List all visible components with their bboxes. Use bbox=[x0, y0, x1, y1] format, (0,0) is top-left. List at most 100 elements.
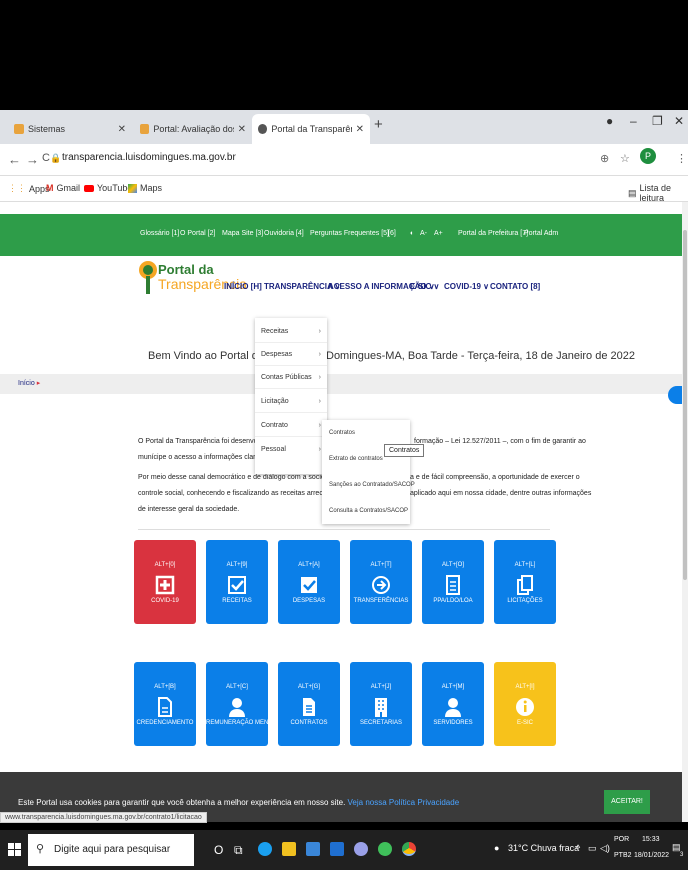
bookmark-youtube[interactable]: YouTube bbox=[84, 183, 132, 193]
zoom-icon[interactable]: ⊕ bbox=[600, 152, 609, 165]
ouvidoria-link[interactable]: Ouvidoria [4] bbox=[264, 230, 304, 237]
edge-icon[interactable] bbox=[258, 842, 272, 856]
windows-start-icon[interactable] bbox=[8, 843, 21, 856]
scrollbar-thumb[interactable] bbox=[683, 230, 687, 580]
tab-portal-transparencia[interactable]: Portal da Transparência Luis Dom ✕ bbox=[252, 114, 370, 144]
tile-esic[interactable]: ALT+[I] E-SIC bbox=[494, 662, 556, 746]
network-icon[interactable]: ▭ bbox=[588, 843, 597, 854]
new-tab-button[interactable]: + bbox=[374, 116, 383, 133]
font-increase-button[interactable]: A+ bbox=[434, 230, 443, 237]
tile-label: DESPESAS bbox=[292, 598, 326, 604]
weather-icon: ● bbox=[494, 843, 500, 853]
task-view-icon[interactable]: ⧉ bbox=[234, 843, 243, 858]
prefeitura-portal-link[interactable]: Portal da Prefeitura [7] bbox=[458, 230, 528, 237]
menu-contato[interactable]: CONTATO [8] bbox=[490, 282, 540, 291]
tile-label: SECRETARIAS bbox=[360, 720, 402, 726]
tile-credenciamento[interactable]: ALT+[B] CREDENCIAMENTO bbox=[134, 662, 196, 746]
chrome-icon[interactable] bbox=[402, 842, 416, 856]
tile-label: CONTRATOS bbox=[290, 720, 328, 726]
forward-icon[interactable]: → bbox=[26, 152, 39, 167]
tile-secretarias[interactable]: ALT+[J] SECRETARIAS bbox=[350, 662, 412, 746]
tile-licitacoes[interactable]: ALT+[L] LICITAÇÕES bbox=[494, 540, 556, 624]
url-field[interactable]: transparencia.luisdomingues.ma.gov.br bbox=[62, 152, 236, 163]
submenu-sancoes-contratado[interactable]: Sanções ao Contratado/SACOP bbox=[329, 482, 415, 488]
cortana-icon[interactable]: O bbox=[214, 843, 223, 857]
submenu-extrato-contratos[interactable]: Extrato de contratos bbox=[329, 456, 383, 462]
volume-icon[interactable]: ◁) bbox=[600, 843, 610, 854]
cookie-text: Este Portal usa cookies para garantir qu… bbox=[18, 798, 346, 807]
bookmark-gmail[interactable]: M Gmail bbox=[46, 183, 80, 193]
tile-receitas[interactable]: ALT+[9] RECEITAS bbox=[206, 540, 268, 624]
glossary-link[interactable]: Glossário [1] bbox=[140, 230, 179, 237]
bookmark-apps[interactable]: ⋮⋮ Apps bbox=[8, 183, 50, 194]
tab-avaliacao[interactable]: Portal: Avaliação dos Portais da T ✕ bbox=[134, 114, 252, 144]
file-text-icon bbox=[303, 698, 315, 716]
search-icon: ⚲ bbox=[36, 843, 45, 855]
font-decrease-button[interactable]: A- bbox=[420, 230, 427, 237]
store-icon[interactable] bbox=[306, 842, 320, 856]
site-map-link[interactable]: Mapa Site [3] bbox=[222, 230, 263, 237]
language-code[interactable]: POR bbox=[614, 836, 629, 843]
clock-date[interactable]: 18/01/2022 bbox=[634, 852, 669, 859]
file-explorer-icon[interactable] bbox=[282, 842, 296, 856]
dropdown-item-contas-publicas[interactable]: Contas Públicas › bbox=[261, 374, 321, 381]
tile-transferencias[interactable]: ALT+[T] TRANSFERÊNCIAS bbox=[350, 540, 412, 624]
faq-link[interactable]: Perguntas Frequentes [5] bbox=[310, 230, 389, 237]
tile-contratos[interactable]: ALT+[G] CONTRATOS bbox=[278, 662, 340, 746]
chevron-right-icon: › bbox=[318, 351, 321, 358]
menu-dots-icon[interactable]: ⋮ bbox=[676, 152, 687, 165]
mail-icon[interactable] bbox=[330, 842, 344, 856]
bookmark-star-icon[interactable]: ☆ bbox=[620, 152, 630, 165]
app-icon[interactable] bbox=[378, 842, 392, 856]
tooltip: Contratos bbox=[384, 444, 425, 457]
menu-inicio[interactable]: INÍCIO [H] bbox=[224, 282, 262, 291]
app-icon[interactable] bbox=[354, 842, 368, 856]
taskbar-search[interactable]: ⚲ Digite aqui para pesquisar bbox=[28, 834, 194, 866]
menu-esic[interactable]: E-SIC ∨ bbox=[410, 282, 439, 291]
tile-covid[interactable]: ALT+[0] COVID-19 bbox=[134, 540, 196, 624]
tile-ppa-ldo-loa[interactable]: ALT+[O] PPA/LDO/LOA bbox=[422, 540, 484, 624]
tray-chevron-icon[interactable]: ^ bbox=[576, 843, 580, 853]
reload-icon[interactable]: C bbox=[42, 152, 50, 164]
minimize-button[interactable]: – bbox=[630, 114, 637, 128]
back-icon[interactable]: ← bbox=[8, 152, 21, 167]
maximize-button[interactable]: ❐ bbox=[652, 114, 663, 128]
submenu-contratos[interactable]: Contratos bbox=[329, 430, 355, 436]
tile-label: REMUNERAÇÃO MENSAL bbox=[206, 720, 280, 726]
tile-despesas[interactable]: ALT+[A] DESPESAS bbox=[278, 540, 340, 624]
accessibility-fab[interactable] bbox=[668, 386, 682, 404]
submenu-consulta-contratos[interactable]: Consulta a Contratos/SACOP bbox=[329, 508, 408, 514]
dropdown-item-contrato[interactable]: Contrato › bbox=[261, 422, 321, 429]
close-tab-icon[interactable]: ✕ bbox=[356, 124, 364, 135]
keyboard-layout[interactable]: PTB2 bbox=[614, 852, 632, 859]
intro-line-right: a e de fácil compreensão, a oportunidade… bbox=[410, 474, 580, 481]
clock-time[interactable]: 15:33 bbox=[642, 836, 660, 843]
o-portal-link[interactable]: O Portal [2] bbox=[180, 230, 215, 237]
tile-servidores[interactable]: ALT+[M] SERVIDORES bbox=[422, 662, 484, 746]
tile-shortcut: ALT+[G] bbox=[297, 684, 321, 690]
dropdown-item-despesas[interactable]: Despesas › bbox=[261, 351, 321, 358]
dropdown-item-pessoal[interactable]: Pessoal › bbox=[261, 446, 321, 453]
contrast-icon[interactable]: ◐ bbox=[410, 230, 414, 237]
dropdown-item-receitas[interactable]: Receitas › bbox=[261, 328, 321, 335]
reading-list[interactable]: ▤ Lista de leitura bbox=[628, 183, 688, 203]
tile-remuneracao[interactable]: ALT+[C] REMUNERAÇÃO MENSAL bbox=[206, 662, 280, 746]
close-tab-icon[interactable]: ✕ bbox=[118, 124, 126, 135]
accept-cookies-button[interactable]: ACEITAR! bbox=[604, 790, 650, 814]
menu-covid[interactable]: COVID-19 ∨ bbox=[444, 282, 489, 291]
close-window-button[interactable]: ✕ bbox=[674, 114, 684, 128]
admin-portal-link[interactable]: Portal Adm bbox=[524, 230, 558, 237]
close-tab-icon[interactable]: ✕ bbox=[238, 124, 246, 135]
weather-text[interactable]: 31°C Chuva fraca bbox=[508, 843, 579, 853]
tile-shortcut: ALT+[M] bbox=[441, 684, 465, 690]
bookmark-label: Maps bbox=[140, 183, 163, 193]
tab-search-icon[interactable]: ● bbox=[606, 114, 613, 128]
tab-sistemas[interactable]: Sistemas ✕ bbox=[8, 114, 132, 144]
profile-avatar[interactable]: P bbox=[640, 148, 656, 164]
breadcrumb-inicio[interactable]: Início ▸ bbox=[18, 379, 40, 387]
dropdown-item-licitacao[interactable]: Licitação › bbox=[261, 398, 321, 405]
bookmark-maps[interactable]: Maps bbox=[128, 183, 162, 193]
privacy-policy-link[interactable]: Veja nossa Política Privacidade bbox=[348, 798, 460, 807]
tab-bar: Sistemas ✕ Portal: Avaliação dos Portais… bbox=[0, 110, 688, 144]
accessibility-link[interactable]: [6] bbox=[388, 230, 396, 237]
